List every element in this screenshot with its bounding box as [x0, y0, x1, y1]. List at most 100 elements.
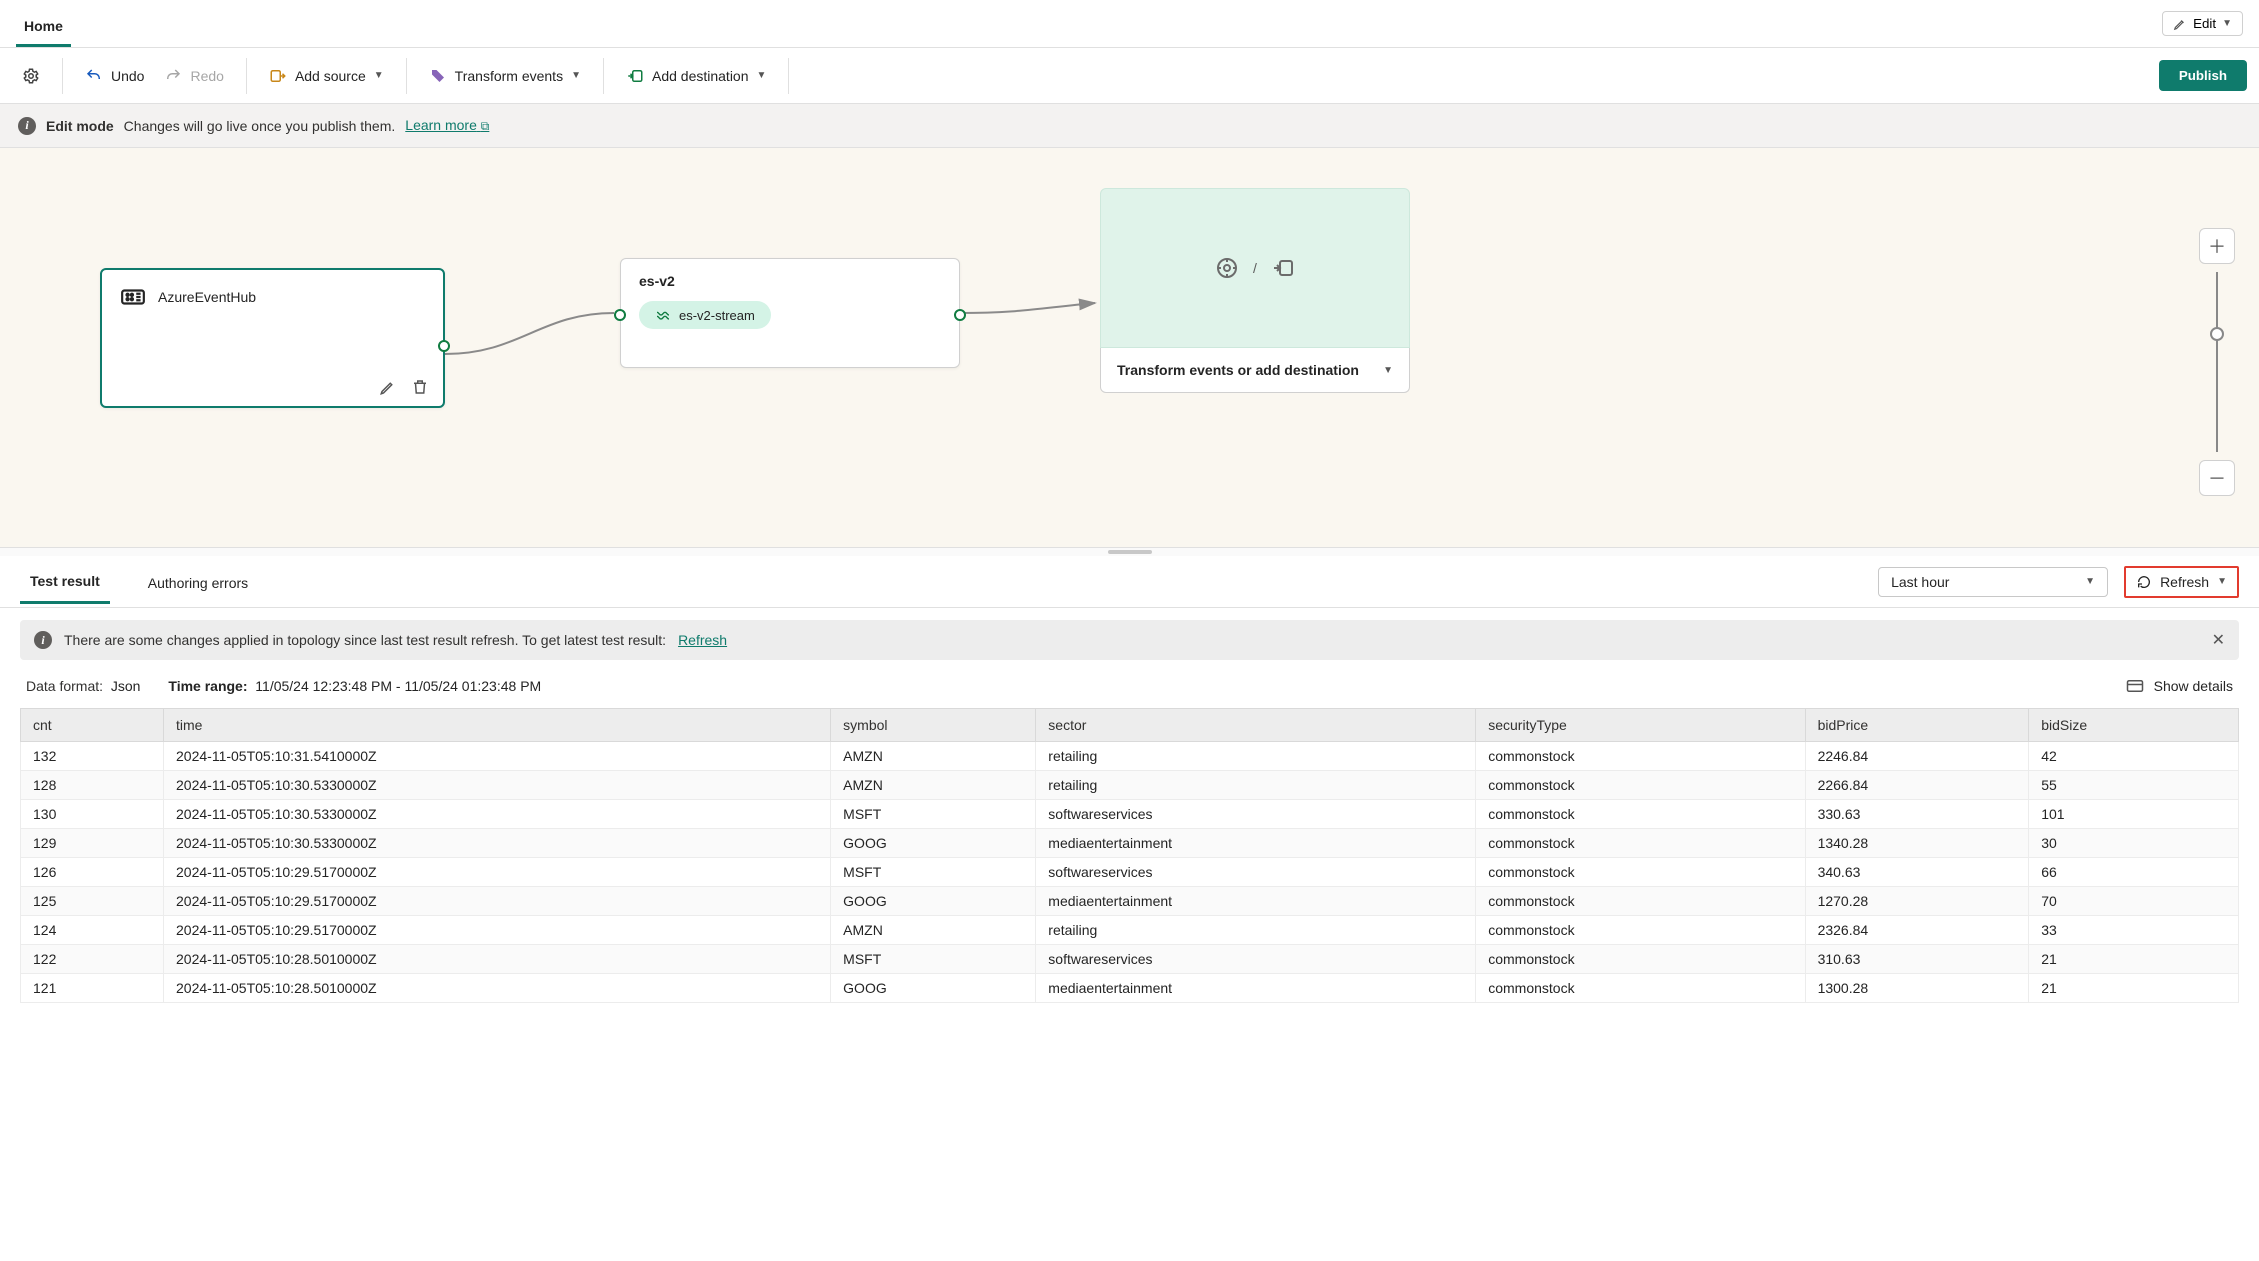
undo-button[interactable]: Undo [75, 61, 154, 91]
edit-button[interactable]: Edit ▼ [2162, 11, 2243, 36]
top-bar: Home Edit ▼ [0, 0, 2259, 48]
pencil-icon[interactable] [379, 378, 397, 396]
column-header[interactable]: symbol [831, 709, 1036, 742]
table-row[interactable]: 1302024-11-05T05:10:30.5330000ZMSFTsoftw… [21, 800, 2239, 829]
learn-more-link[interactable]: Learn more ⧉ [405, 117, 489, 134]
zoom-control: ＋ － [2199, 228, 2235, 496]
redo-button[interactable]: Redo [154, 61, 233, 91]
table-cell: 310.63 [1805, 945, 2029, 974]
info-icon: i [18, 117, 36, 135]
table-cell: MSFT [831, 800, 1036, 829]
target-dropdown[interactable]: Transform events or add destination ▼ [1100, 348, 1410, 393]
add-source-icon [269, 67, 287, 85]
column-header[interactable]: bidSize [2029, 709, 2239, 742]
table-row[interactable]: 1252024-11-05T05:10:29.5170000ZGOOGmedia… [21, 887, 2239, 916]
table-row[interactable]: 1292024-11-05T05:10:30.5330000ZGOOGmedia… [21, 829, 2239, 858]
table-row[interactable]: 1262024-11-05T05:10:29.5170000ZMSFTsoftw… [21, 858, 2239, 887]
table-cell: 55 [2029, 771, 2239, 800]
result-meta: Data format: Json Time range: 11/05/24 1… [0, 660, 2259, 708]
edit-mode-text: Changes will go live once you publish th… [124, 118, 396, 134]
table-cell: 128 [21, 771, 164, 800]
toolbar-separator [406, 58, 407, 94]
toolbar-separator [788, 58, 789, 94]
node-target-placeholder: / Transform events or add destination ▼ [1100, 188, 1410, 393]
flow-canvas[interactable]: AzureEventHub es-v2 es-v2-stream / [0, 148, 2259, 548]
edit-mode-banner: i Edit mode Changes will go live once yo… [0, 104, 2259, 148]
stream-pill-label: es-v2-stream [679, 308, 755, 323]
table-cell: 124 [21, 916, 164, 945]
details-icon [2126, 679, 2144, 693]
zoom-slider-thumb[interactable] [2210, 327, 2224, 341]
column-header[interactable]: cnt [21, 709, 164, 742]
tab-home[interactable]: Home [16, 6, 71, 47]
table-cell: 42 [2029, 742, 2239, 771]
table-cell: retailing [1036, 771, 1476, 800]
node-input-port[interactable] [614, 309, 626, 321]
table-row[interactable]: 1222024-11-05T05:10:28.5010000ZMSFTsoftw… [21, 945, 2239, 974]
table-cell: 2266.84 [1805, 771, 2029, 800]
table-cell: 66 [2029, 858, 2239, 887]
table-cell: retailing [1036, 916, 1476, 945]
show-details-button[interactable]: Show details [2126, 678, 2233, 694]
table-cell: 122 [21, 945, 164, 974]
column-header[interactable]: time [164, 709, 831, 742]
chevron-down-icon: ▼ [1383, 365, 1393, 376]
transform-events-label: Transform events [455, 68, 563, 84]
node-azure-event-hub[interactable]: AzureEventHub [100, 268, 445, 408]
table-row[interactable]: 1282024-11-05T05:10:30.5330000ZAMZNretai… [21, 771, 2239, 800]
zoom-slider[interactable] [2216, 272, 2218, 452]
transform-events-button[interactable]: Transform events ▼ [419, 61, 591, 91]
table-cell: 30 [2029, 829, 2239, 858]
add-destination-button[interactable]: Add destination ▼ [616, 61, 776, 91]
table-cell: 330.63 [1805, 800, 2029, 829]
column-header[interactable]: sector [1036, 709, 1476, 742]
data-format-label: Data format: [26, 678, 103, 694]
data-format-value: Json [111, 678, 141, 694]
table-cell: GOOG [831, 887, 1036, 916]
publish-button[interactable]: Publish [2159, 60, 2247, 91]
refresh-label: Refresh [2160, 574, 2209, 590]
refresh-button[interactable]: Refresh [2136, 574, 2209, 590]
table-row[interactable]: 1212024-11-05T05:10:28.5010000ZGOOGmedia… [21, 974, 2239, 1003]
table-cell: MSFT [831, 858, 1036, 887]
add-source-button[interactable]: Add source ▼ [259, 61, 394, 91]
table-cell: commonstock [1476, 974, 1805, 1003]
show-details-label: Show details [2154, 678, 2233, 694]
table-cell: 340.63 [1805, 858, 2029, 887]
node-output-port[interactable] [954, 309, 966, 321]
redo-icon [164, 67, 182, 85]
target-dropdown-label: Transform events or add destination [1117, 362, 1359, 378]
add-destination-icon [626, 67, 644, 85]
topology-refresh-link[interactable]: Refresh [678, 632, 727, 648]
close-icon[interactable]: ✕ [2212, 630, 2225, 650]
panel-splitter[interactable] [0, 548, 2259, 556]
node-es-v2[interactable]: es-v2 es-v2-stream [620, 258, 960, 368]
table-cell: MSFT [831, 945, 1036, 974]
separator: / [1253, 260, 1257, 276]
learn-more-label: Learn more [405, 117, 477, 133]
time-range-dropdown[interactable]: Last hour ▼ [1878, 567, 2108, 597]
column-header[interactable]: securityType [1476, 709, 1805, 742]
settings-button[interactable] [12, 61, 50, 91]
table-cell: 101 [2029, 800, 2239, 829]
redo-label: Redo [190, 68, 223, 84]
table-cell: 130 [21, 800, 164, 829]
undo-label: Undo [111, 68, 144, 84]
trash-icon[interactable] [411, 378, 429, 396]
event-hub-icon [120, 284, 146, 310]
table-row[interactable]: 1242024-11-05T05:10:29.5170000ZAMZNretai… [21, 916, 2239, 945]
node-output-port[interactable] [438, 340, 450, 352]
time-range-label: Time range: [168, 678, 247, 694]
table-cell: 126 [21, 858, 164, 887]
table-cell: 121 [21, 974, 164, 1003]
zoom-out-button[interactable]: － [2199, 460, 2235, 496]
chevron-down-icon[interactable]: ▼ [2217, 576, 2227, 587]
tab-authoring-errors[interactable]: Authoring errors [138, 561, 258, 603]
zoom-in-button[interactable]: ＋ [2199, 228, 2235, 264]
table-cell: commonstock [1476, 771, 1805, 800]
stream-pill[interactable]: es-v2-stream [639, 301, 771, 329]
column-header[interactable]: bidPrice [1805, 709, 2029, 742]
chevron-down-icon: ▼ [374, 70, 384, 81]
tab-test-result[interactable]: Test result [20, 559, 110, 604]
table-row[interactable]: 1322024-11-05T05:10:31.5410000ZAMZNretai… [21, 742, 2239, 771]
